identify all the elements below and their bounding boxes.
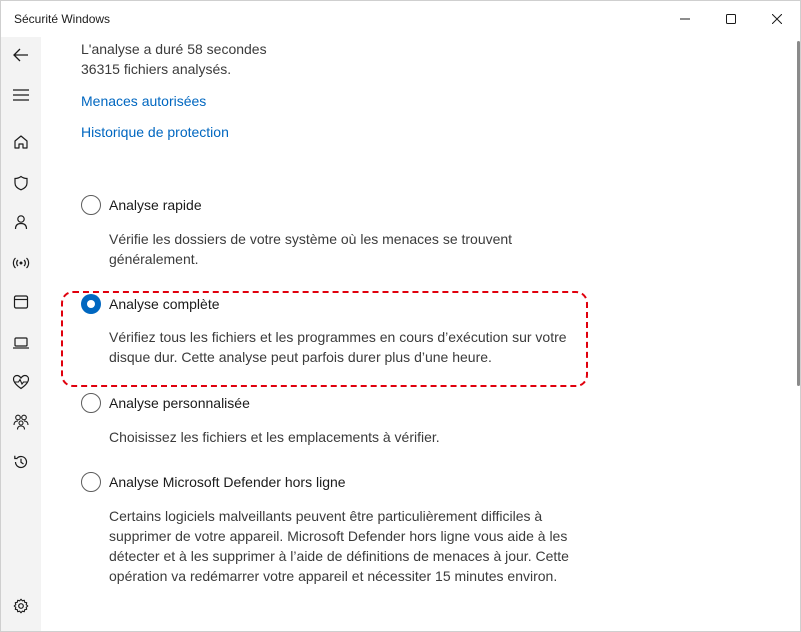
scanned-files-text: 36315 fichiers analysés. bbox=[81, 61, 232, 77]
nav-settings[interactable] bbox=[1, 588, 41, 624]
nav-back-button[interactable] bbox=[1, 37, 41, 73]
nav-home[interactable] bbox=[1, 124, 41, 160]
device-icon bbox=[13, 337, 29, 349]
quick-scan-label[interactable]: Analyse rapide bbox=[109, 195, 202, 215]
close-icon bbox=[772, 14, 782, 24]
nav-virus-protection[interactable] bbox=[1, 165, 41, 201]
network-icon bbox=[12, 257, 30, 269]
nav-device-security[interactable] bbox=[1, 325, 41, 361]
app-window: Sécurité Windows L'analyse a duré 58 sec… bbox=[0, 0, 801, 632]
nav-account-protection[interactable] bbox=[1, 204, 41, 240]
offline-scan-description: Certains logiciels malveillants peuvent … bbox=[109, 508, 569, 584]
minimize-button[interactable] bbox=[662, 1, 708, 37]
custom-scan-description: Choisissez les fichiers et les emplaceme… bbox=[109, 429, 440, 445]
nav-app-browser-control[interactable] bbox=[1, 284, 41, 320]
account-icon bbox=[14, 215, 28, 230]
maximize-button[interactable] bbox=[708, 1, 754, 37]
back-arrow-icon bbox=[13, 48, 28, 62]
vertical-scrollbar[interactable] bbox=[797, 41, 800, 386]
title-bar: Sécurité Windows bbox=[1, 1, 800, 37]
menu-icon bbox=[13, 89, 29, 101]
full-scan-radio[interactable] bbox=[81, 294, 101, 314]
nav-family-options[interactable] bbox=[1, 404, 41, 440]
shield-icon bbox=[14, 175, 28, 191]
settings-icon bbox=[13, 598, 29, 614]
allowed-threats-link[interactable]: Menaces autorisées bbox=[81, 91, 206, 111]
offline-scan-radio[interactable] bbox=[81, 472, 101, 492]
maximize-icon bbox=[726, 14, 736, 24]
quick-scan-radio[interactable] bbox=[81, 195, 101, 215]
nav-device-health[interactable] bbox=[1, 364, 41, 400]
nav-firewall[interactable] bbox=[1, 245, 41, 281]
history-icon bbox=[14, 455, 28, 469]
custom-scan-label[interactable]: Analyse personnalisée bbox=[109, 393, 250, 413]
full-scan-label[interactable]: Analyse complète bbox=[109, 294, 220, 314]
full-scan-description: Vérifiez tous les fichiers et les progra… bbox=[109, 329, 567, 365]
family-icon bbox=[13, 414, 29, 430]
nav-protection-history[interactable] bbox=[1, 444, 41, 480]
scan-duration-text: L'analyse a duré 58 secondes bbox=[81, 41, 267, 57]
minimize-icon bbox=[680, 18, 690, 20]
nav-menu-button[interactable] bbox=[1, 77, 41, 113]
navigation-rail bbox=[1, 37, 41, 631]
health-icon bbox=[12, 374, 30, 390]
offline-scan-label[interactable]: Analyse Microsoft Defender hors ligne bbox=[109, 472, 346, 492]
scan-options-panel: L'analyse a duré 58 secondes 36315 fichi… bbox=[41, 37, 797, 631]
protection-history-link[interactable]: Historique de protection bbox=[81, 122, 229, 142]
home-icon bbox=[14, 135, 28, 149]
quick-scan-description: Vérifie les dossiers de votre système où… bbox=[109, 231, 513, 267]
window-title: Sécurité Windows bbox=[14, 12, 111, 26]
app-browser-icon bbox=[13, 295, 29, 309]
custom-scan-radio[interactable] bbox=[81, 393, 101, 413]
close-button[interactable] bbox=[754, 1, 800, 37]
